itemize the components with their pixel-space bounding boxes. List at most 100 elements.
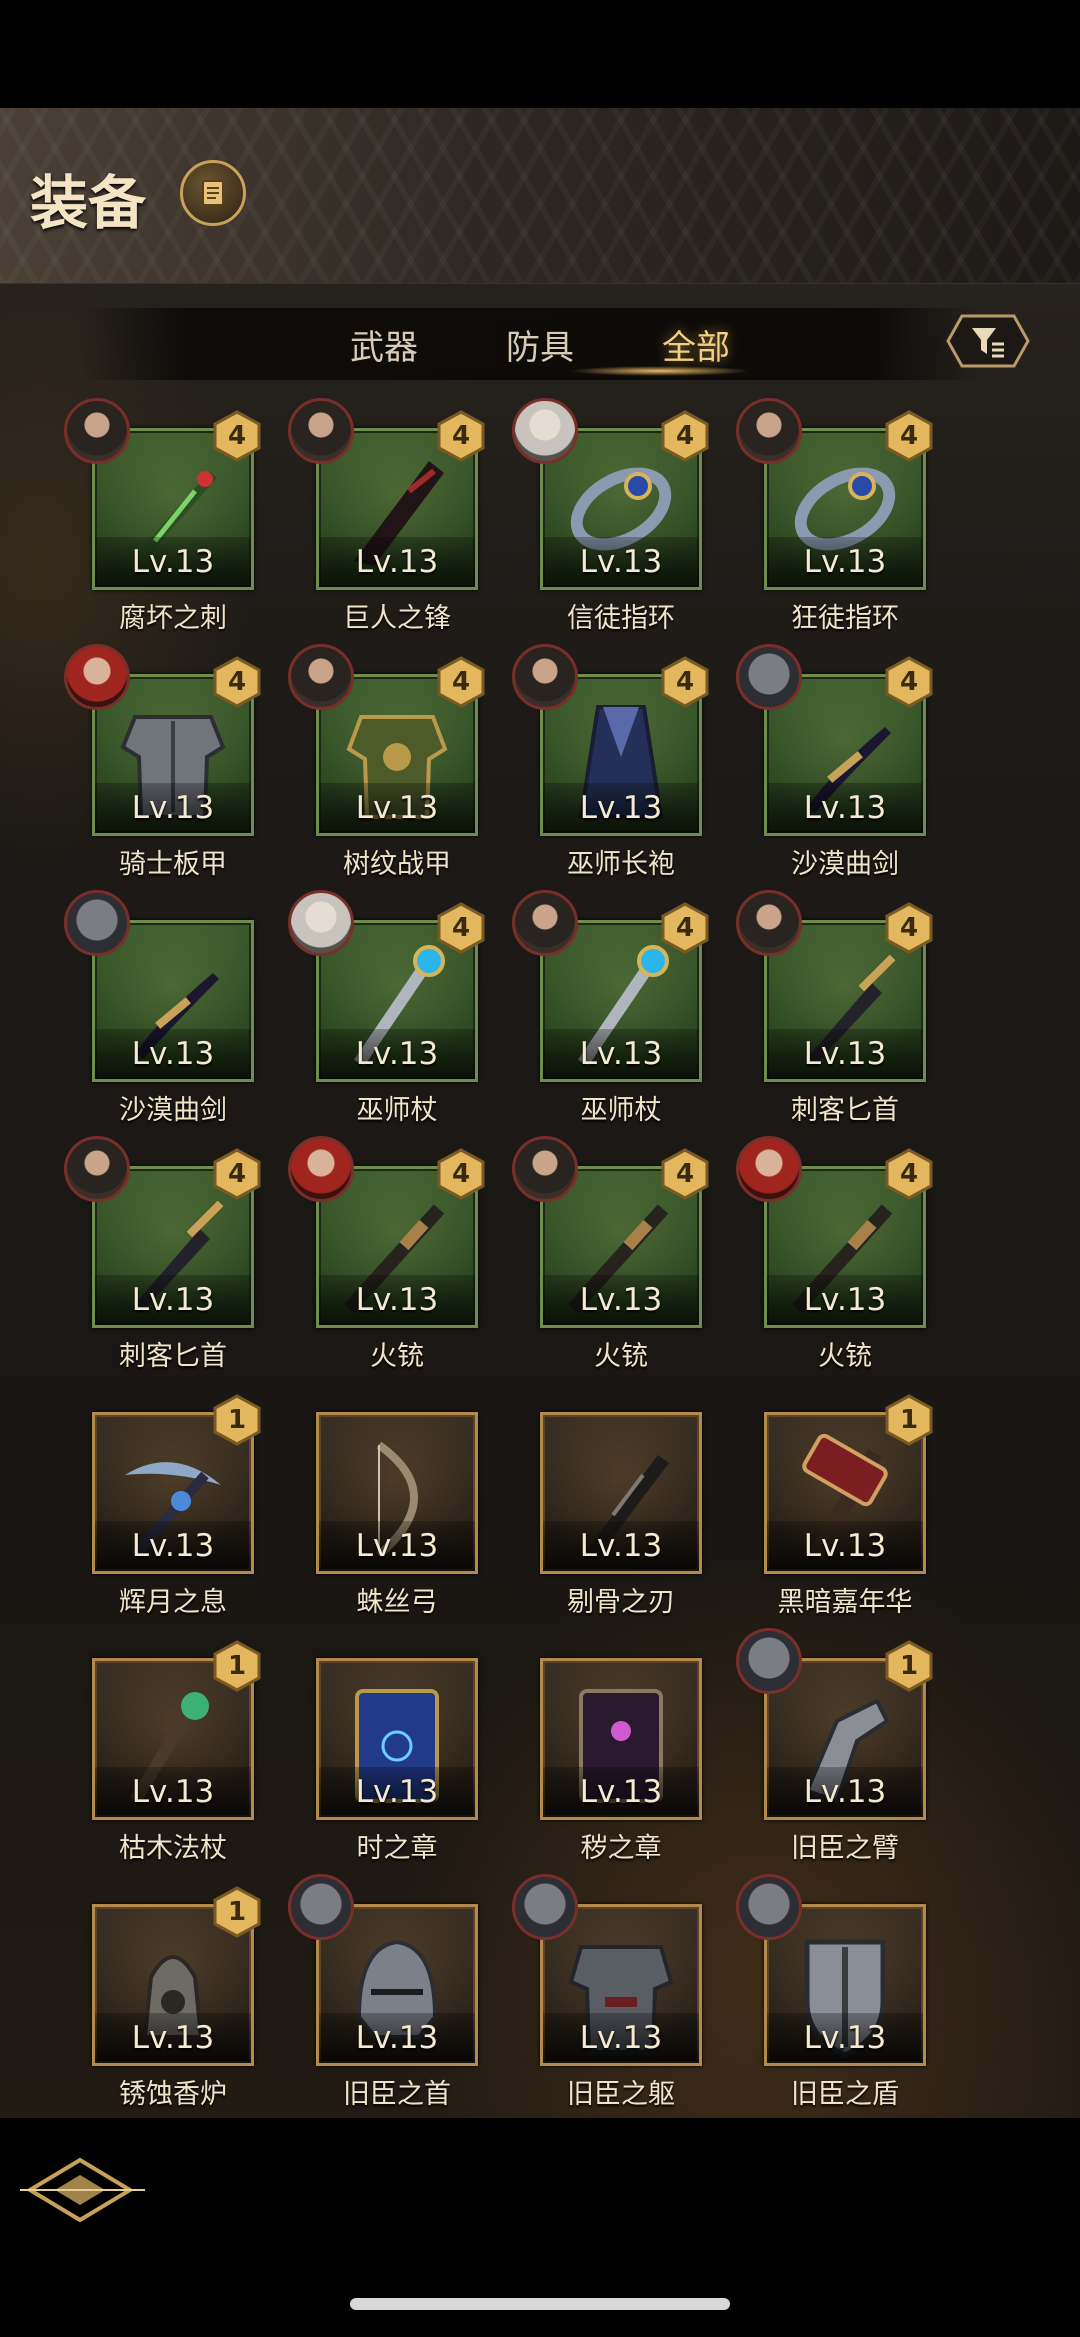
hero-avatar <box>64 890 130 956</box>
equipment-item[interactable]: Lv.13 旧臣之盾 <box>734 1874 954 2110</box>
equipment-item[interactable]: Lv.13 时之章 <box>286 1628 506 1864</box>
item-name: 旧臣之盾 <box>791 2079 899 2110</box>
equipment-item[interactable]: Lv.13 4 腐坏之刺 <box>62 398 282 634</box>
item-level: Lv.13 <box>319 537 475 587</box>
rank-value: 4 <box>451 1159 471 1189</box>
rank-badge: 4 <box>884 410 934 462</box>
item-name: 秽之章 <box>580 1833 662 1864</box>
equipment-item[interactable]: Lv.13 4 树纹战甲 <box>286 644 506 880</box>
item-level: Lv.13 <box>543 1521 699 1571</box>
rank-badge: 4 <box>212 1148 262 1200</box>
item-level: Lv.13 <box>543 1029 699 1079</box>
item-level: Lv.13 <box>767 1029 923 1079</box>
item-level: Lv.13 <box>767 1275 923 1325</box>
rank-badge: 4 <box>436 902 486 954</box>
equipment-item[interactable]: Lv.13 1 旧臣之臂 <box>734 1628 954 1864</box>
hero-avatar <box>512 398 578 464</box>
item-level: Lv.13 <box>319 1029 475 1079</box>
rank-badge: 1 <box>884 1394 934 1446</box>
filter-icon <box>946 314 1030 368</box>
equipment-item[interactable]: Lv.13 4 巫师长袍 <box>510 644 730 880</box>
hero-avatar <box>512 1874 578 1940</box>
item-level: Lv.13 <box>95 1521 251 1571</box>
item-name: 旧臣之臂 <box>791 1833 899 1864</box>
equipment-item[interactable]: Lv.13 4 巫师杖 <box>510 890 730 1126</box>
equipment-item[interactable]: Lv.13 4 沙漠曲剑 <box>734 644 954 880</box>
rank-badge: 4 <box>884 902 934 954</box>
equipment-item[interactable]: Lv.13 1 黑暗嘉年华 <box>734 1382 954 1618</box>
item-name: 枯木法杖 <box>119 1833 227 1864</box>
equipment-item[interactable]: Lv.13 4 刺客匕首 <box>734 890 954 1126</box>
home-indicator[interactable] <box>350 2298 730 2310</box>
item-name: 火铳 <box>818 1341 872 1372</box>
equipment-item[interactable]: Lv.13 旧臣之首 <box>286 1874 506 2110</box>
equipment-item[interactable]: Lv.13 4 火铳 <box>510 1136 730 1372</box>
equipment-item[interactable]: Lv.13 1 辉月之息 <box>62 1382 282 1618</box>
equipment-item[interactable]: Lv.13 蛛丝弓 <box>286 1382 506 1618</box>
equipment-item[interactable]: Lv.13 4 火铳 <box>734 1136 954 1372</box>
item-level: Lv.13 <box>95 1767 251 1817</box>
equipment-item[interactable]: Lv.13 剔骨之刃 <box>510 1382 730 1618</box>
filter-button[interactable] <box>940 306 1036 376</box>
codex-button[interactable] <box>180 160 246 226</box>
hero-avatar <box>736 398 802 464</box>
equipment-item[interactable]: Lv.13 4 巫师杖 <box>286 890 506 1126</box>
rank-badge: 4 <box>660 410 710 462</box>
hero-avatar <box>288 1136 354 1202</box>
item-name: 火铳 <box>594 1341 648 1372</box>
equipment-item[interactable]: Lv.13 4 骑士板甲 <box>62 644 282 880</box>
hero-avatar <box>288 1874 354 1940</box>
item-name: 蛛丝弓 <box>356 1587 438 1618</box>
item-name: 巫师长袍 <box>567 849 675 880</box>
rank-value: 4 <box>899 913 919 943</box>
hero-avatar <box>288 890 354 956</box>
equipment-item[interactable]: Lv.13 4 信徒指环 <box>510 398 730 634</box>
rank-badge: 4 <box>884 656 934 708</box>
hero-avatar <box>736 1874 802 1940</box>
item-name: 腐坏之刺 <box>119 603 227 634</box>
hero-avatar <box>736 1628 802 1694</box>
equipment-item[interactable]: Lv.13 4 火铳 <box>286 1136 506 1372</box>
equipment-item[interactable]: Lv.13 沙漠曲剑 <box>62 890 282 1126</box>
equipment-item[interactable]: Lv.13 4 巨人之锋 <box>286 398 506 634</box>
item-name: 骑士板甲 <box>119 849 227 880</box>
rank-value: 4 <box>675 1159 695 1189</box>
item-name: 信徒指环 <box>567 603 675 634</box>
item-name: 巫师杖 <box>580 1095 662 1126</box>
rank-value: 4 <box>451 667 471 697</box>
item-name: 辉月之息 <box>119 1587 227 1618</box>
equipment-item[interactable]: Lv.13 旧臣之躯 <box>510 1874 730 2110</box>
item-name: 旧臣之躯 <box>567 2079 675 2110</box>
rank-badge: 4 <box>212 656 262 708</box>
hero-avatar <box>736 644 802 710</box>
rank-badge: 4 <box>436 656 486 708</box>
rank-badge: 4 <box>436 1148 486 1200</box>
equipment-item[interactable]: Lv.13 1 锈蚀香炉 <box>62 1874 282 2110</box>
rank-value: 4 <box>227 667 247 697</box>
item-level: Lv.13 <box>767 783 923 833</box>
rank-badge: 1 <box>884 1640 934 1692</box>
item-name: 沙漠曲剑 <box>119 1095 227 1126</box>
item-level: Lv.13 <box>95 2013 251 2063</box>
item-name: 巫师杖 <box>356 1095 438 1126</box>
rank-badge: 4 <box>436 410 486 462</box>
item-level: Lv.13 <box>319 2013 475 2063</box>
tab-all[interactable]: 全部 <box>662 320 730 369</box>
item-level: Lv.13 <box>319 1767 475 1817</box>
equipment-item[interactable]: Lv.13 4 狂徒指环 <box>734 398 954 634</box>
tab-armor[interactable]: 防具 <box>506 320 574 369</box>
rank-value: 4 <box>899 421 919 451</box>
item-level: Lv.13 <box>767 537 923 587</box>
equipment-item[interactable]: Lv.13 秽之章 <box>510 1628 730 1864</box>
equipment-item[interactable]: Lv.13 1 枯木法杖 <box>62 1628 282 1864</box>
tab-weapons[interactable]: 武器 <box>350 320 418 369</box>
rank-badge: 4 <box>660 656 710 708</box>
item-frame: Lv.13 <box>540 1658 702 1820</box>
item-name: 沙漠曲剑 <box>791 849 899 880</box>
equipment-item[interactable]: Lv.13 4 刺客匕首 <box>62 1136 282 1372</box>
item-level: Lv.13 <box>95 537 251 587</box>
item-level: Lv.13 <box>767 1767 923 1817</box>
item-name: 时之章 <box>356 1833 438 1864</box>
emblem-icon[interactable] <box>20 2140 150 2240</box>
rank-value: 4 <box>227 1159 247 1189</box>
